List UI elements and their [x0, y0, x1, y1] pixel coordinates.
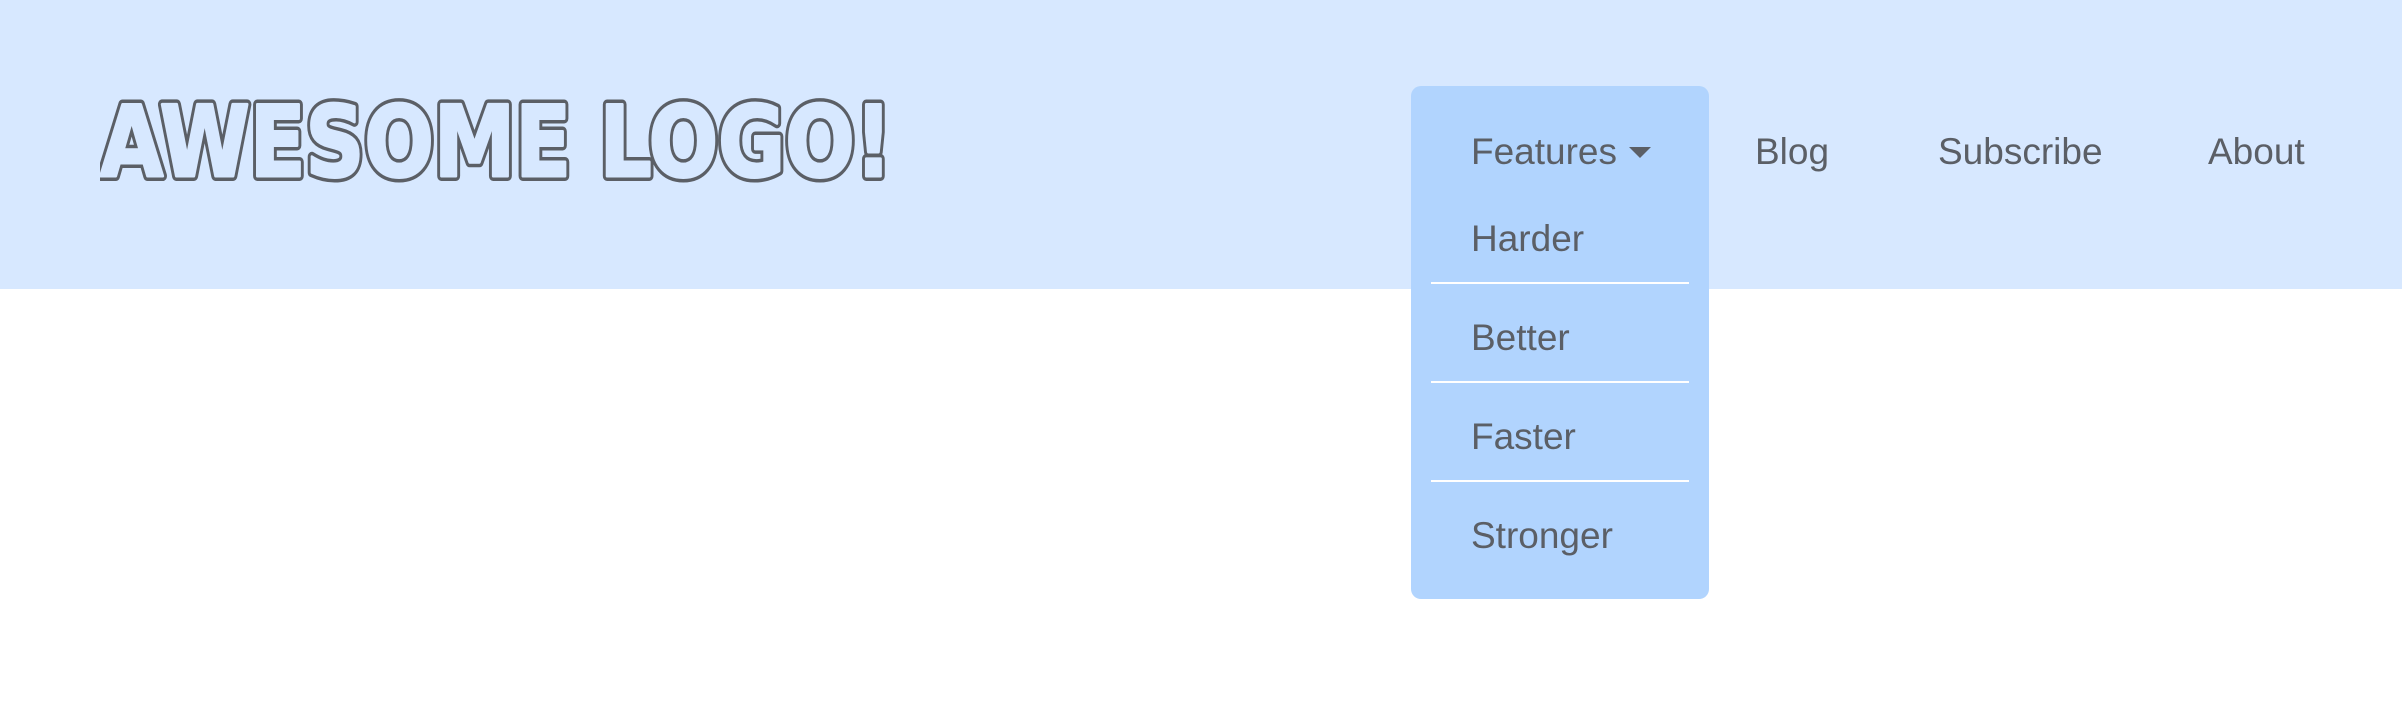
logo-wordmark: AWESOME LOGO! AWESOME LOGO!: [100, 84, 897, 194]
nav-features-label: Features: [1471, 131, 1618, 172]
dropdown-item-harder[interactable]: Harder: [1411, 190, 1709, 289]
site-header: AWESOME LOGO! AWESOME LOGO! Blog Subscri…: [0, 0, 2402, 289]
dropdown-divider: [1431, 282, 1689, 284]
caret-down-icon: [1629, 146, 1652, 158]
nav-about[interactable]: About: [2208, 124, 2305, 180]
logo-text-inner: AWESOME LOGO!: [100, 86, 892, 194]
site-logo[interactable]: AWESOME LOGO! AWESOME LOGO!: [100, 84, 900, 194]
nav-features[interactable]: Features: [1471, 124, 1652, 180]
dropdown-item-label: Harder: [1471, 218, 1585, 259]
nav-subscribe[interactable]: Subscribe: [1938, 124, 2103, 180]
nav-blog[interactable]: Blog: [1755, 124, 1829, 180]
page-body: [0, 289, 2402, 718]
